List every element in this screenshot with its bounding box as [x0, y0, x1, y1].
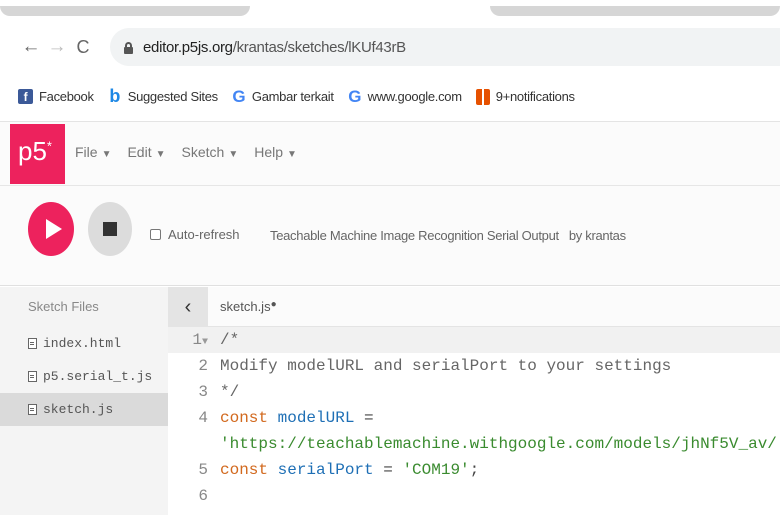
collapse-sidebar-button[interactable]: ‹ [168, 287, 208, 327]
bookmark-facebook[interactable]: f Facebook [18, 89, 94, 104]
gift-icon [475, 88, 490, 105]
main-menu: File ▼ Edit ▼ Sketch ▼ Help ▼ [75, 144, 313, 160]
reload-icon[interactable]: C [70, 37, 96, 58]
google-icon: G [232, 86, 246, 106]
editor-tab-bar: ‹ sketch.js● [168, 287, 780, 327]
play-icon [45, 219, 62, 239]
menu-sketch[interactable]: Sketch ▼ [182, 144, 239, 160]
code-line[interactable]: 5 const serialPort = 'COM19'; [168, 457, 780, 483]
menu-file[interactable]: File ▼ [75, 144, 111, 160]
code-line[interactable]: 3 */ [168, 379, 780, 405]
file-icon [28, 404, 37, 415]
line-number: 2 [198, 357, 208, 375]
file-name: index.html [43, 336, 122, 351]
auto-refresh-label: Auto-refresh [168, 227, 240, 242]
menu-help[interactable]: Help ▼ [254, 144, 297, 160]
project-owner: by krantas [568, 228, 626, 243]
bookmarks-bar: f Facebook b Suggested Sites G Gambar te… [0, 72, 780, 122]
file-item-index-html[interactable]: index.html [0, 327, 168, 360]
code-line[interactable]: 2 Modify modelURL and serialPort to your… [168, 353, 780, 379]
play-button[interactable] [28, 202, 74, 256]
facebook-icon: f [18, 89, 33, 104]
code-line[interactable]: 4 const modelURL = [168, 405, 780, 431]
file-icon [28, 371, 37, 382]
p5-logo[interactable]: p5* [10, 124, 65, 184]
code-text: Modify modelURL and serialPort to your s… [220, 357, 672, 375]
unsaved-indicator: ● [270, 299, 277, 310]
chevron-left-icon: ‹ [184, 295, 192, 318]
project-title[interactable]: Teachable Machine Image Recognition Seri… [270, 228, 626, 243]
bookmark-gambar-terkait[interactable]: G Gambar terkait [232, 87, 334, 107]
project-name[interactable]: Teachable Machine Image Recognition Seri… [270, 228, 559, 243]
fold-arrow-icon[interactable]: ▼ [202, 337, 208, 348]
file-icon [28, 338, 37, 349]
code-text: */ [220, 383, 240, 401]
menu-edit[interactable]: Edit ▼ [127, 144, 165, 160]
forward-arrow-icon[interactable]: → [44, 36, 70, 58]
file-name: p5.serial_t.js [43, 369, 153, 384]
line-number: 3 [198, 383, 208, 401]
code-text: 'https://teachablemachine.withgoogle.com… [220, 435, 780, 453]
browser-tab[interactable] [0, 6, 250, 16]
line-number: 5 [198, 461, 208, 479]
address-bar-row: ← → C editor.p5js.org/krantas/sketches/l… [0, 22, 780, 72]
line-number: 6 [198, 487, 208, 505]
editor-file-tab[interactable]: sketch.js● [220, 299, 277, 314]
sketch-files-sidebar: Sketch Files index.html p5.serial_t.js s… [0, 287, 168, 515]
bookmark-google[interactable]: G www.google.com [348, 87, 462, 107]
lock-icon [124, 41, 133, 54]
url-field[interactable]: editor.p5js.org/krantas/sketches/lKUf43r… [110, 28, 780, 66]
auto-refresh-toggle[interactable]: Auto-refresh [150, 227, 240, 242]
bookmark-notifications[interactable]: 9+notifications [475, 88, 575, 105]
caret-down-icon: ▼ [287, 149, 297, 160]
sketch-toolbar: Auto-refresh Teachable Machine Image Rec… [0, 186, 780, 286]
bookmark-label: 9+notifications [495, 89, 575, 104]
file-name: sketch.js [43, 402, 114, 417]
google-icon: G [348, 86, 362, 106]
bookmark-suggested-sites[interactable]: b Suggested Sites [108, 86, 218, 107]
code-editor[interactable]: 1▼ /* 2 Modify modelURL and serialPort t… [168, 327, 780, 515]
code-text: const modelURL = [220, 409, 374, 427]
auto-refresh-checkbox[interactable] [150, 229, 161, 240]
stop-icon [103, 222, 117, 236]
back-arrow-icon[interactable]: ← [18, 36, 44, 58]
line-number: 4 [198, 409, 208, 427]
bookmark-label: www.google.com [367, 89, 462, 104]
bookmark-label: Gambar terkait [251, 89, 334, 104]
bookmark-label: Facebook [39, 89, 94, 104]
stop-button[interactable] [88, 202, 132, 256]
caret-down-icon: ▼ [155, 149, 166, 160]
caret-down-icon: ▼ [101, 149, 112, 160]
code-line[interactable]: 6 [168, 483, 780, 509]
code-line[interactable]: 'https://teachablemachine.withgoogle.com… [168, 431, 780, 457]
bookmark-label: Suggested Sites [127, 89, 218, 104]
editor-file-name: sketch.js [220, 299, 271, 314]
url-text[interactable]: editor.p5js.org/krantas/sketches/lKUf43r… [143, 39, 406, 56]
browser-tab[interactable] [490, 6, 780, 16]
code-text: /* [220, 331, 240, 349]
line-number: 1▼ [192, 331, 208, 349]
bing-icon: b [109, 86, 121, 106]
code-text: const serialPort = 'COM19'; [220, 461, 480, 479]
file-item-p5-serial[interactable]: p5.serial_t.js [0, 360, 168, 393]
browser-tab-strip [0, 0, 780, 22]
caret-down-icon: ▼ [228, 149, 239, 160]
p5-menu-bar: p5* File ▼ Edit ▼ Sketch ▼ Help ▼ [0, 122, 780, 186]
sidebar-title: Sketch Files [28, 299, 99, 314]
file-item-sketch-js[interactable]: sketch.js [0, 393, 168, 426]
code-line[interactable]: 1▼ /* [168, 327, 780, 353]
